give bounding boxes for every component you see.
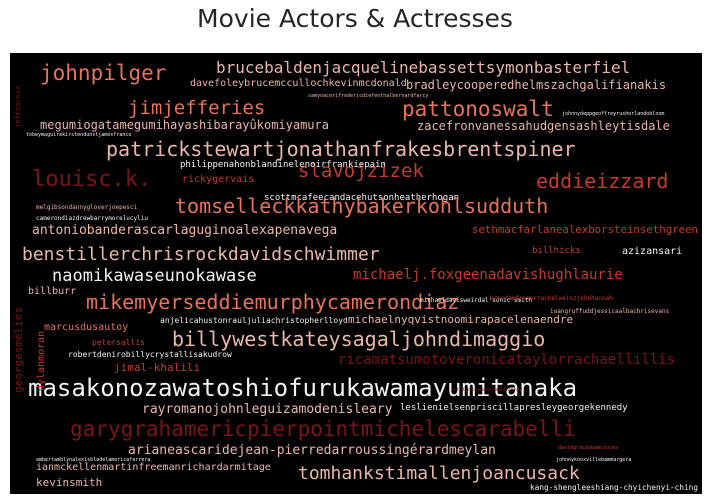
- cloud-word: davefoleybrucemccullochkevinmcdonald: [190, 78, 407, 89]
- chart-title: Movie Actors & Actresses: [197, 4, 513, 33]
- cloud-word: davidgraciebamcinnes: [558, 445, 618, 451]
- cloud-word: bradleycooperedhelmszachgalifianakis: [406, 78, 666, 92]
- cloud-word: billhicks: [532, 246, 581, 256]
- cloud-word: michaelj.foxgeenadavishughlaurie: [353, 267, 623, 283]
- cloud-word: azizansari: [622, 246, 682, 257]
- cloud-word: brucebaldenjacquelinebassettsymonbasterf…: [216, 58, 630, 77]
- cloud-word: garygrahamericpierpointmichelescarabelli: [70, 417, 576, 441]
- cloud-word: jeffgarcia: [14, 86, 22, 128]
- cloud-word: ricamatsumotoveronicataylorrachaellillis: [338, 352, 675, 368]
- cloud-word: anjelicahustonrauljuliachristopherlloyd: [160, 316, 348, 325]
- cloud-word: naomikawaseunokawase: [52, 266, 257, 286]
- cloud-word: patrickstewartjonathanfrakesbrentspiner: [106, 137, 576, 161]
- cloud-word: johnnydeppgeoffreyrushorlandobloom: [562, 111, 664, 117]
- cloud-word: johnpilger: [40, 61, 166, 85]
- cloud-word: johnnyknoxvillebammargera: [556, 457, 631, 463]
- cloud-word: tobeymaguirekirstendunstjamesfranco: [26, 132, 131, 138]
- cloud-word: tomselleckkathybakerkohlsudduth: [175, 194, 548, 218]
- cloud-word: michaelnyqvistnoomirapacelenaendre: [348, 313, 573, 326]
- cloud-word: sethmacfarlanealexborsteinsethgreen: [472, 223, 698, 236]
- cloud-word: jimal-khalili: [114, 361, 200, 374]
- cloud-word: leslienielsenpriscillapresleygeorgekenne…: [400, 403, 628, 413]
- cloud-word: camerondiazdrewbarrymorelucyliu: [36, 215, 148, 222]
- word-cloud: johnpilger brucebaldenjacquelinebassettsy…: [10, 53, 702, 494]
- cloud-word: rayromanojohnleguizamodenisleary: [142, 402, 393, 417]
- cloud-word: samynacerifredericdiefenthalbernardfarcy: [308, 93, 428, 99]
- cloud-word: mikemyerseddiemurphycamerondiaz: [86, 290, 459, 314]
- cloud-word: jetlirossamandaamcmurray: [450, 387, 522, 393]
- cloud-word: benstillerchrisrockdavidschwimmer: [22, 244, 380, 265]
- cloud-word: ianmckellenmartinfreemanrichardarmitage: [36, 462, 271, 473]
- cloud-word: eddieizzard: [536, 169, 668, 193]
- cloud-word: petersallis: [92, 338, 145, 347]
- cloud-word: dylanmoran: [36, 331, 47, 391]
- cloud-word: ambertamblynalexisbledelamericaferrera: [36, 457, 150, 463]
- cloud-word: pattonoswalt: [402, 97, 554, 121]
- cloud-word: kang-shengleeshiang-chyichenyi-ching: [530, 483, 698, 492]
- cloud-word: billywestkateysagaljohndimaggio: [172, 327, 545, 351]
- cloud-word: zacefronvanessahudgensashleytisdale: [417, 119, 670, 133]
- cloud-word: tomhankstimallenjoancusack: [298, 463, 580, 484]
- cloud-word: jimjefferies: [128, 97, 265, 119]
- cloud-word: arianeascaridejean-pierredarroussingérar…: [128, 443, 496, 458]
- cloud-word: kevinsmith: [36, 476, 102, 489]
- cloud-word: robertdenirobillycrystallisakudrow: [68, 350, 232, 359]
- cloud-word: billburr: [28, 286, 76, 297]
- cloud-word: marcusdusautoy: [44, 322, 128, 333]
- cloud-word: georgesméliès: [12, 307, 25, 393]
- cloud-word: philippenahonblandinelenoirfrankiepain: [180, 160, 386, 170]
- cloud-word: megumiogatamegumihayashibarayûkomiyamura: [40, 118, 329, 132]
- cloud-word: rickygervais: [182, 174, 254, 185]
- cloud-word: ioangruffuddjessicaalbachrisevans: [550, 308, 670, 315]
- word-cloud-svg: johnpilger brucebaldenjacquelinebassettsy…: [12, 58, 698, 492]
- cloud-word: brendanfraserrachelweiszjohnhannah: [490, 295, 613, 302]
- cloud-word: antoniobanderascarlaguginoalexapenavega: [32, 223, 337, 238]
- cloud-word: melgibsondannygloverjoepesci: [36, 204, 138, 211]
- cloud-word: louisc.k.: [32, 167, 151, 192]
